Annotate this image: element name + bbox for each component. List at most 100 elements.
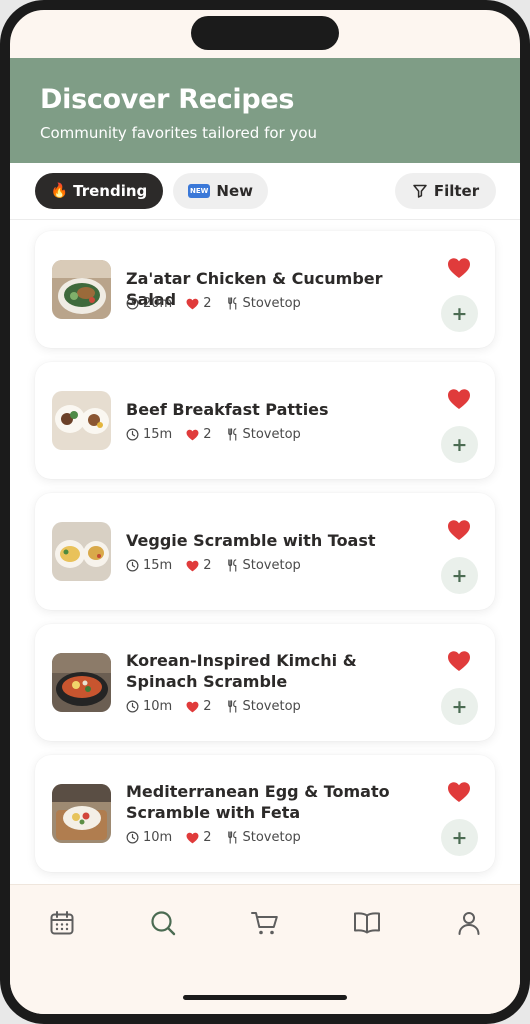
profile-icon: [458, 912, 480, 935]
favorite-heart-icon[interactable]: [447, 519, 471, 541]
tab-trending-label: Trending: [73, 182, 148, 200]
nav-cart[interactable]: [249, 907, 281, 939]
recipe-card[interactable]: Veggie Scramble with Toast 15m 2 Stoveto…: [35, 493, 495, 610]
cook-method: Stovetop: [226, 558, 301, 573]
cook-time-value: 10m: [143, 699, 173, 714]
camera-notch: [191, 16, 339, 50]
recipe-thumbnail: [52, 784, 111, 843]
recipe-meta: 10m 2 Stovetop: [126, 830, 315, 845]
home-indicator[interactable]: [183, 995, 347, 1000]
add-recipe-button[interactable]: +: [441, 557, 478, 594]
recipe-list: Za'atar Chicken & Cucumber Salad 20m 2 S…: [10, 220, 520, 884]
recipe-title[interactable]: Mediterranean Egg & Tomato Scramble with…: [126, 781, 426, 823]
cook-time-value: 15m: [143, 427, 173, 442]
nav-recipes[interactable]: [351, 907, 383, 939]
recipe-thumbnail: [52, 260, 111, 319]
recipe-card[interactable]: Za'atar Chicken & Cucumber Salad 20m 2 S…: [35, 231, 495, 348]
bottom-nav: [10, 884, 520, 1014]
like-count-value: 2: [203, 699, 212, 714]
recipe-meta: 20m 2 Stovetop: [126, 296, 315, 311]
cook-method-value: Stovetop: [242, 830, 301, 845]
like-count-value: 2: [203, 558, 212, 573]
favorite-heart-icon[interactable]: [447, 781, 471, 803]
cook-time: 10m: [126, 830, 172, 845]
cook-method: Stovetop: [226, 699, 301, 714]
utensils-icon: [227, 831, 236, 844]
filter-bar: 🔥 Trending NEW New Filter: [10, 163, 520, 220]
recipe-meta: 15m 2 Stovetop: [126, 427, 315, 442]
heart-icon: [186, 429, 199, 440]
recipe-card[interactable]: Beef Breakfast Patties 15m 2 Stovetop +: [35, 362, 495, 479]
utensils-icon: [227, 428, 236, 441]
like-count: 2: [186, 296, 212, 311]
cook-time-value: 20m: [143, 296, 173, 311]
page-subtitle: Community favorites tailored for you: [40, 124, 318, 142]
add-recipe-button[interactable]: +: [441, 688, 478, 725]
cook-time: 15m: [126, 427, 172, 442]
recipe-title[interactable]: Veggie Scramble with Toast: [126, 530, 426, 551]
favorite-heart-icon[interactable]: [447, 257, 471, 279]
filter-button[interactable]: Filter: [395, 173, 496, 209]
tab-new-label: New: [216, 182, 253, 200]
cook-time: 10m: [126, 699, 172, 714]
favorite-heart-icon[interactable]: [447, 650, 471, 672]
cook-method-value: Stovetop: [242, 699, 301, 714]
heart-icon: [186, 832, 199, 843]
like-count: 2: [186, 558, 212, 573]
cook-method: Stovetop: [226, 830, 301, 845]
book-icon: [354, 912, 380, 934]
utensils-icon: [227, 700, 236, 713]
recipe-card[interactable]: Korean-Inspired Kimchi & Spinach Scrambl…: [35, 624, 495, 741]
like-count-value: 2: [203, 830, 212, 845]
recipe-title[interactable]: Beef Breakfast Patties: [126, 399, 426, 420]
recipe-meta: 10m 2 Stovetop: [126, 699, 315, 714]
recipe-thumbnail: [52, 653, 111, 712]
cook-method-value: Stovetop: [242, 558, 301, 573]
cook-time: 15m: [126, 558, 172, 573]
like-count: 2: [186, 699, 212, 714]
page-header: Discover Recipes Community favorites tai…: [10, 58, 520, 163]
filter-label: Filter: [433, 182, 480, 200]
cook-method: Stovetop: [226, 296, 301, 311]
clock-icon: [126, 831, 139, 844]
page-title: Discover Recipes: [40, 84, 295, 115]
clock-icon: [126, 297, 139, 310]
add-recipe-button[interactable]: +: [441, 819, 478, 856]
funnel-icon: [413, 184, 427, 198]
tab-trending[interactable]: 🔥 Trending: [35, 173, 163, 209]
utensils-icon: [227, 559, 236, 572]
recipe-meta: 15m 2 Stovetop: [126, 558, 315, 573]
clock-icon: [126, 428, 139, 441]
add-recipe-button[interactable]: +: [441, 295, 478, 332]
cook-time-value: 15m: [143, 558, 173, 573]
like-count: 2: [186, 427, 212, 442]
recipe-thumbnail: [52, 391, 111, 450]
cook-method-value: Stovetop: [242, 296, 301, 311]
tab-new[interactable]: NEW New: [173, 173, 268, 209]
like-count-value: 2: [203, 296, 212, 311]
utensils-icon: [227, 297, 236, 310]
calendar-icon: [50, 911, 74, 935]
clock-icon: [126, 700, 139, 713]
recipe-title[interactable]: Korean-Inspired Kimchi & Spinach Scrambl…: [126, 650, 426, 692]
cook-method-value: Stovetop: [242, 427, 301, 442]
phone-frame: Discover Recipes Community favorites tai…: [0, 0, 530, 1024]
new-badge-icon: NEW: [188, 184, 211, 198]
like-count: 2: [186, 830, 212, 845]
recipe-card[interactable]: Mediterranean Egg & Tomato Scramble with…: [35, 755, 495, 872]
favorite-heart-icon[interactable]: [447, 388, 471, 410]
cook-time-value: 10m: [143, 830, 173, 845]
add-recipe-button[interactable]: +: [441, 426, 478, 463]
cook-time: 20m: [126, 296, 172, 311]
nav-profile[interactable]: [453, 907, 485, 939]
like-count-value: 2: [203, 427, 212, 442]
heart-icon: [186, 701, 199, 712]
nav-search[interactable]: [147, 907, 179, 939]
cart-icon: [251, 912, 278, 935]
recipe-thumbnail: [52, 522, 111, 581]
clock-icon: [126, 559, 139, 572]
heart-icon: [186, 298, 199, 309]
nav-calendar[interactable]: [46, 907, 78, 939]
heart-icon: [186, 560, 199, 571]
cook-method: Stovetop: [226, 427, 301, 442]
